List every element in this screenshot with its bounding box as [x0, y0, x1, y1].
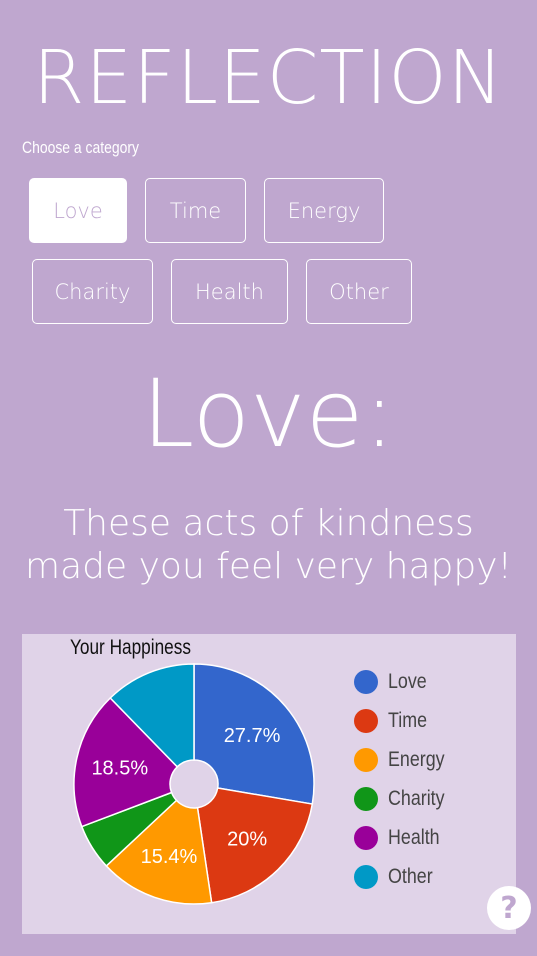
legend-item-time: Time	[354, 701, 455, 740]
legend-swatch-charity	[354, 786, 378, 811]
category-button-energy[interactable]: Energy	[264, 178, 384, 243]
category-button-love[interactable]: Love	[29, 178, 127, 243]
pie-label-time: 20%	[227, 828, 267, 850]
category-button-other[interactable]: Other	[306, 259, 412, 324]
category-button-health[interactable]: Health	[171, 259, 288, 324]
legend-label-charity: Charity	[388, 786, 445, 810]
legend-item-energy: Energy	[354, 740, 455, 779]
legend-swatch-love	[354, 669, 378, 694]
legend-item-love: Love	[354, 662, 455, 701]
app-title: REFLECTION	[32, 35, 505, 121]
choose-category-label: Choose a category	[22, 138, 140, 157]
category-heading: Love:	[141, 360, 396, 469]
legend-item-other: Other	[354, 857, 455, 896]
legend-label-energy: Energy	[388, 747, 445, 771]
legend-label-time: Time	[388, 708, 428, 732]
legend-item-charity: Charity	[354, 779, 455, 818]
category-button-charity[interactable]: Charity	[32, 259, 153, 324]
legend-swatch-health	[354, 825, 378, 850]
happiness-message: These acts of kindness made you feel ver…	[0, 502, 537, 588]
happiness-message-line-2: made you feel very happy!	[25, 546, 512, 587]
legend-label-love: Love	[388, 669, 427, 693]
legend-swatch-time	[354, 708, 378, 733]
chart-legend: Love Time Energy Charity Health Other	[354, 662, 455, 896]
legend-swatch-energy	[354, 747, 378, 772]
pie-chart: 27.7% 20% 15.4% 18.5%	[73, 663, 315, 905]
category-button-time[interactable]: Time	[145, 178, 246, 243]
pie-label-love: 27.7%	[224, 725, 281, 747]
happiness-chart: Your Happiness 27.7% 20% 15.4% 18.5% Love Ti…	[22, 634, 516, 934]
pie-label-health: 18.5%	[91, 758, 148, 780]
legend-label-health: Health	[388, 825, 440, 849]
legend-label-other: Other	[388, 864, 433, 888]
legend-swatch-other	[354, 864, 378, 889]
help-button[interactable]: ?	[487, 886, 531, 930]
legend-item-health: Health	[354, 818, 455, 857]
happiness-message-line-1: These acts of kindness	[63, 503, 474, 544]
pie-label-energy: 15.4%	[141, 846, 198, 868]
